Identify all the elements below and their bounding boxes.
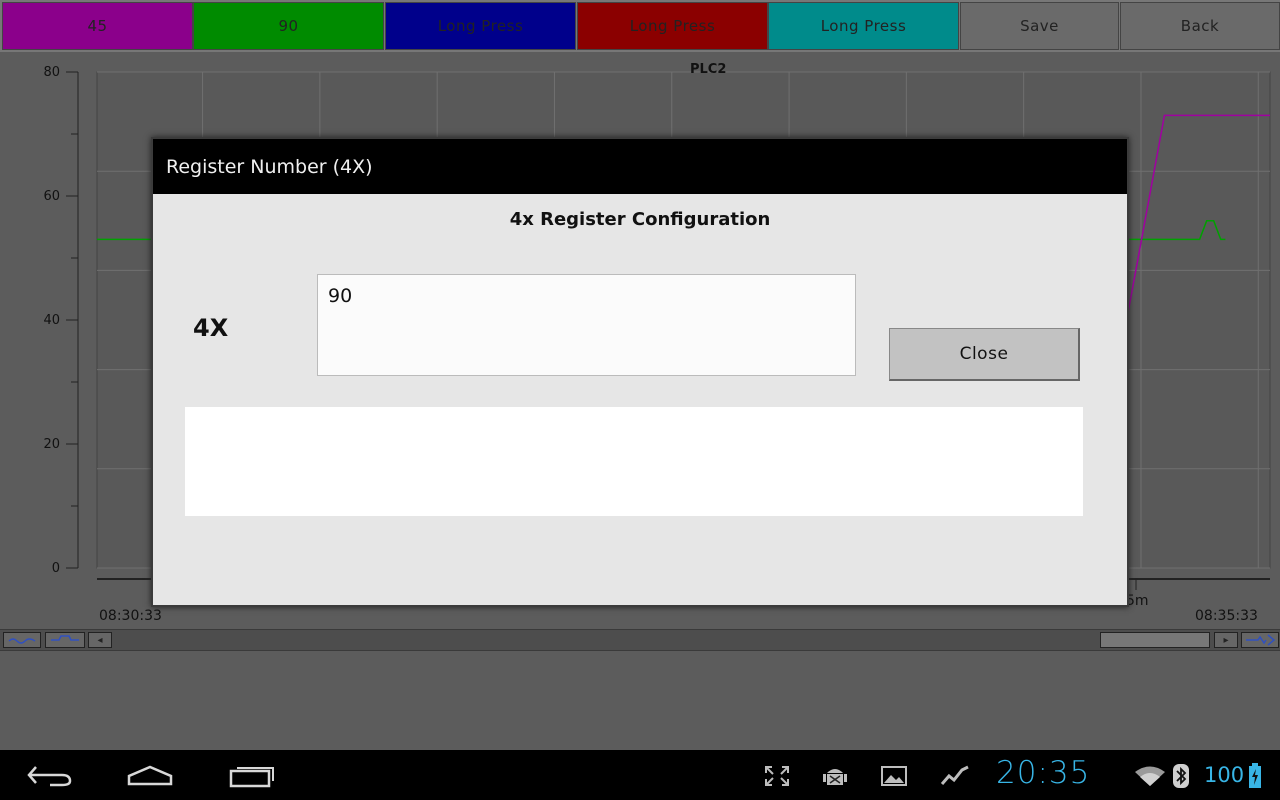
register-field-label: 4X xyxy=(193,314,229,342)
toolbar-button-90[interactable]: 90 xyxy=(193,2,384,50)
y-tick-label: 60 xyxy=(43,189,60,204)
y-tick-label: 40 xyxy=(43,313,60,328)
scroll-right-icon[interactable]: ▸ xyxy=(1214,632,1238,648)
chart-scrollbar[interactable]: ◂ ▸ xyxy=(0,629,1280,651)
message-area xyxy=(185,407,1083,516)
gallery-icon xyxy=(881,766,907,786)
y-tick-label: 20 xyxy=(43,437,60,452)
top-toolbar: 45 90 Long Press Long Press Long Press S… xyxy=(0,0,1280,52)
toolbar-button-long-press-blue[interactable]: Long Press xyxy=(385,2,576,50)
x-axis-end-label: 08:35:33 xyxy=(1195,608,1258,624)
zoom-out-icon[interactable] xyxy=(3,632,41,648)
recent-apps-icon[interactable] xyxy=(228,764,276,788)
jump-to-end-icon[interactable] xyxy=(1241,632,1279,648)
save-button[interactable]: Save xyxy=(960,2,1119,50)
dialog-title: Register Number (4X) xyxy=(153,139,1127,194)
back-button[interactable]: Back xyxy=(1120,2,1280,50)
toolbar-button-long-press-red[interactable]: Long Press xyxy=(577,2,768,50)
close-button[interactable]: Close xyxy=(889,328,1080,381)
home-icon[interactable] xyxy=(126,764,174,786)
dialog-subtitle: 4x Register Configuration xyxy=(509,209,771,230)
fullscreen-icon[interactable] xyxy=(764,765,790,787)
toolbar-button-long-press-cyan[interactable]: Long Press xyxy=(768,2,959,50)
x-axis-partial-label: 5m xyxy=(1126,593,1149,609)
x-axis-start-label: 08:30:33 xyxy=(99,608,162,624)
battery-icon xyxy=(1249,763,1261,788)
register-dialog: Register Number (4X) 4x Register Configu… xyxy=(151,137,1129,607)
scroll-left-icon[interactable]: ◂ xyxy=(88,632,112,648)
toolbar-button-45[interactable]: 45 xyxy=(2,2,193,50)
y-tick-label: 0 xyxy=(51,561,60,576)
android-debug-icon xyxy=(823,769,847,785)
scroll-thumb[interactable] xyxy=(1100,632,1210,648)
bluetooth-icon xyxy=(1173,764,1189,788)
battery-level: 100 xyxy=(1204,763,1245,787)
register-value-input[interactable]: 90 xyxy=(317,274,856,376)
zoom-in-icon[interactable] xyxy=(45,632,85,648)
status-clock: 20:35 xyxy=(996,755,1091,791)
wifi-icon xyxy=(1135,766,1165,786)
activity-icon xyxy=(940,765,969,785)
chart-title: PLC2 xyxy=(690,62,727,77)
back-icon[interactable] xyxy=(26,763,74,789)
y-tick-label: 80 xyxy=(43,65,60,80)
